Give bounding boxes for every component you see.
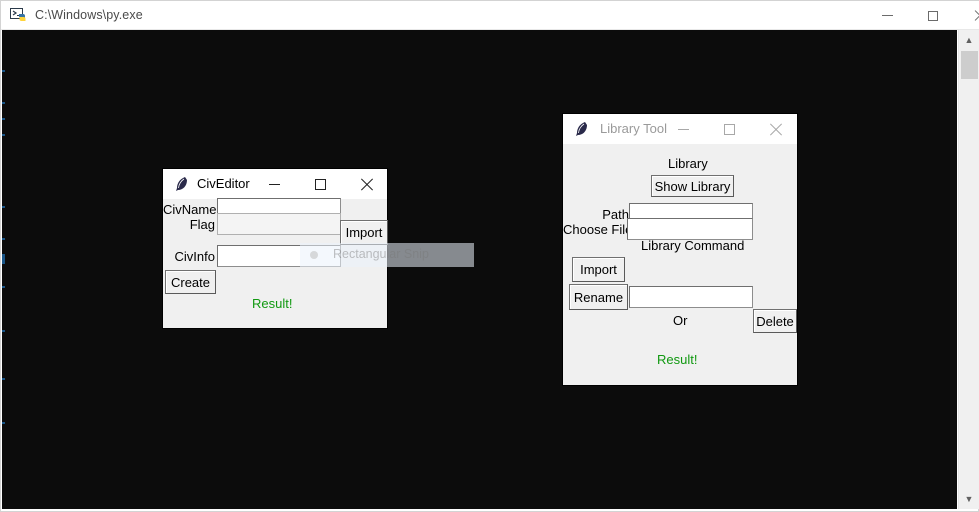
flag-label: Flag <box>189 217 215 232</box>
civeditor-title: CivEditor <box>197 176 250 191</box>
library-tool-maximize-button[interactable] <box>706 114 752 144</box>
minimize-icon <box>268 183 280 185</box>
console-titlebar[interactable]: C:\Windows\py.exe <box>1 1 979 30</box>
library-command-input[interactable] <box>629 286 753 308</box>
maximize-icon <box>723 123 735 135</box>
console-minimize-button[interactable] <box>864 1 910 30</box>
civeditor-minimize-button[interactable] <box>251 169 297 199</box>
python-console-icon <box>10 8 26 21</box>
civname-label: CivName <box>163 202 217 217</box>
civinfo-input[interactable] <box>217 245 341 267</box>
library-tool-minimize-button[interactable] <box>660 114 706 144</box>
civeditor-maximize-button[interactable] <box>297 169 343 199</box>
civeditor-status: Result! <box>252 296 293 311</box>
choose-file-label: Choose File <box>563 222 633 237</box>
tk-feather-icon <box>176 177 187 191</box>
minimize-icon <box>881 15 893 16</box>
close-icon <box>769 123 782 136</box>
close-icon <box>973 10 979 22</box>
import-button[interactable]: Import <box>340 220 388 245</box>
civeditor-close-button[interactable] <box>343 169 389 199</box>
console-maximize-button[interactable] <box>910 1 956 30</box>
minimize-icon <box>677 128 689 130</box>
civinfo-label: CivInfo <box>174 249 215 264</box>
library-tool-status: Result! <box>657 352 698 367</box>
maximize-icon <box>314 178 326 190</box>
scrollbar-up-arrow-icon[interactable]: ▲ <box>959 30 979 50</box>
library-section-label: Library <box>668 156 708 171</box>
tk-feather-icon <box>576 122 587 136</box>
civeditor-titlebar[interactable]: CivEditor <box>163 169 387 199</box>
scrollbar-down-arrow-icon[interactable]: ▼ <box>959 489 979 509</box>
console-title: C:\Windows\py.exe <box>35 8 143 22</box>
show-library-button[interactable]: Show Library <box>651 175 734 197</box>
maximize-icon <box>928 10 938 21</box>
library-command-label: Library Command <box>641 238 745 253</box>
rename-button[interactable]: Rename <box>569 284 628 310</box>
library-tool-titlebar[interactable]: Library Tool <box>563 114 797 144</box>
close-icon <box>360 178 373 191</box>
create-button[interactable]: Create <box>165 270 216 294</box>
console-text-artifacts <box>2 30 5 509</box>
import-button[interactable]: Import <box>572 257 625 282</box>
console-window: C:\Windows\py.exe ▲ ▼ <box>0 0 979 512</box>
flag-input[interactable] <box>217 213 341 235</box>
library-tool-close-button[interactable] <box>752 114 798 144</box>
library-tool-title: Library Tool <box>600 121 667 136</box>
screen: C:\Windows\py.exe ▲ ▼ Library Tool Libra… <box>0 0 979 512</box>
scrollbar-thumb[interactable] <box>961 51 978 79</box>
choose-file-input[interactable] <box>627 218 753 240</box>
console-scrollbar[interactable]: ▲ ▼ <box>958 30 979 509</box>
console-output-area <box>2 30 957 509</box>
library-tool-window: Library Tool Library Show Library Path C… <box>562 113 798 386</box>
console-close-button[interactable] <box>956 1 979 30</box>
path-label: Path <box>602 207 629 222</box>
or-label: Or <box>673 313 688 328</box>
delete-button[interactable]: Delete <box>753 309 797 333</box>
civeditor-window: CivEditor CivName Flag CivInfo Import Cr… <box>162 168 388 329</box>
